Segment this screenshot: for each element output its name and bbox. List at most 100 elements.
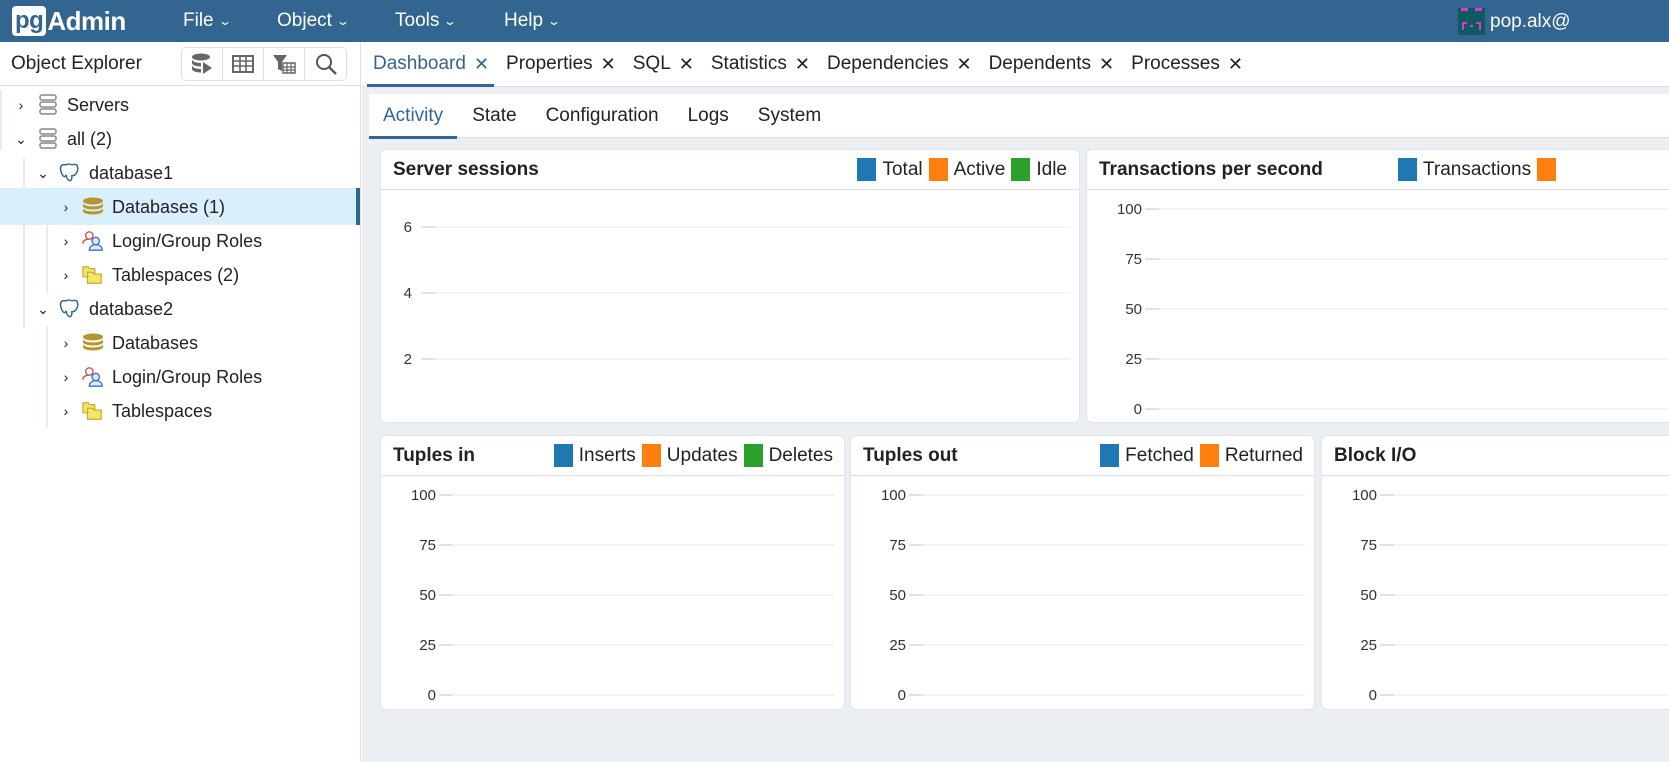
subtab-state[interactable]: State xyxy=(472,94,516,138)
chevron-right-icon[interactable]: › xyxy=(58,403,74,419)
databases-icon xyxy=(82,332,104,354)
y-tick-label: 50 xyxy=(419,587,436,604)
tree-node-tablespaces-1[interactable]: › Tablespaces (2) xyxy=(58,258,239,292)
roles-icon xyxy=(82,366,104,388)
chevron-down-icon[interactable]: ⌄ xyxy=(35,301,51,318)
legend-swatch-updates xyxy=(641,444,661,467)
close-icon[interactable]: ✕ xyxy=(601,54,616,75)
legend-swatch-orange xyxy=(1537,158,1557,181)
menu-file[interactable]: File ⌄ xyxy=(183,0,232,42)
y-tick-label: 0 xyxy=(1134,401,1142,418)
avatar xyxy=(1458,8,1485,35)
close-icon[interactable]: ✕ xyxy=(795,54,810,75)
subtab-logs[interactable]: Logs xyxy=(688,94,729,138)
tree-node-databases-1[interactable]: › Databases (1) xyxy=(58,190,225,224)
roles-icon xyxy=(82,230,104,252)
view-data-button[interactable] xyxy=(223,48,264,80)
main-panel: Dashboard ✕ Properties ✕ SQL ✕ Statistics ✕ … xyxy=(362,42,1669,762)
chevron-down-icon: ⌄ xyxy=(335,14,350,28)
y-tick-label: 100 xyxy=(1117,201,1142,218)
chart-plot: 100 75 50 25 0 xyxy=(881,487,1305,704)
filtered-rows-button[interactable] xyxy=(264,48,305,80)
y-tick-label: 25 xyxy=(1360,637,1377,654)
y-tick-label: 0 xyxy=(428,687,436,704)
tree-node-login-roles-2[interactable]: › Login/Group Roles xyxy=(58,360,262,394)
object-explorer-title: Object Explorer xyxy=(11,52,142,74)
subtab-system[interactable]: System xyxy=(758,94,821,138)
search-button[interactable] xyxy=(305,48,346,80)
legend-swatch-deletes xyxy=(743,444,763,467)
chevron-right-icon[interactable]: › xyxy=(58,199,74,215)
legend-swatch-idle xyxy=(1011,158,1031,181)
user-menu[interactable]: pop.alx@ xyxy=(1458,8,1571,35)
chart-plot: 100 75 50 25 0 xyxy=(1117,201,1669,418)
chart-title: Server sessions xyxy=(393,158,539,180)
top-bar: pg Admin File ⌄ Object ⌄ Tools ⌄ Help ⌄ pop.a… xyxy=(0,0,1669,42)
y-tick-label: 100 xyxy=(881,487,906,504)
tree-node-tablespaces-2[interactable]: › Tablespaces xyxy=(58,394,212,428)
y-tick-label: 75 xyxy=(1125,251,1142,268)
tab-dashboard[interactable]: Dashboard ✕ xyxy=(366,42,495,87)
pgadmin-logo: pg Admin xyxy=(12,5,126,37)
close-icon[interactable]: ✕ xyxy=(1228,54,1243,75)
chart-plot: 100 75 50 25 0 xyxy=(1352,487,1669,704)
menu-help[interactable]: Help ⌄ xyxy=(504,0,561,42)
chart-tuples-in: Tuples in Inserts Updates Deletes 100 75 5… xyxy=(380,435,845,710)
object-explorer: Object Explorer › Servers ⌄ all (2) ⌄ da… xyxy=(0,42,361,762)
y-tick-label: 4 xyxy=(404,285,412,302)
close-icon[interactable]: ✕ xyxy=(956,54,971,75)
y-tick-label: 100 xyxy=(1352,487,1377,504)
query-tool-button[interactable] xyxy=(182,48,223,80)
y-tick-label: 25 xyxy=(419,637,436,654)
tab-sql[interactable]: SQL ✕ xyxy=(633,42,694,87)
chart-title: Tuples out xyxy=(863,444,958,466)
tree-node-database2[interactable]: ⌄ database2 xyxy=(35,292,173,326)
y-tick-label: 25 xyxy=(889,637,906,654)
subtab-activity[interactable]: Activity xyxy=(368,94,458,139)
menu-tools[interactable]: Tools ⌄ xyxy=(395,0,457,42)
y-tick-label: 25 xyxy=(1125,351,1142,368)
tab-dependencies[interactable]: Dependencies ✕ xyxy=(827,42,972,87)
subtab-configuration[interactable]: Configuration xyxy=(546,94,659,138)
chart-server-sessions: Server sessions Total Active Idle 6 4 2 xyxy=(380,149,1080,423)
close-icon[interactable]: ✕ xyxy=(1099,54,1114,75)
tablespaces-icon xyxy=(82,264,104,286)
tab-statistics[interactable]: Statistics ✕ xyxy=(711,42,810,87)
legend-swatch-returned xyxy=(1199,444,1219,467)
chart-legend: Total Active Idle xyxy=(857,158,1067,181)
menu-object[interactable]: Object ⌄ xyxy=(277,0,350,42)
chevron-right-icon[interactable]: › xyxy=(58,335,74,351)
y-tick-label: 50 xyxy=(889,587,906,604)
chevron-down-icon[interactable]: ⌄ xyxy=(35,165,51,182)
y-tick-label: 50 xyxy=(1360,587,1377,604)
tab-dependents[interactable]: Dependents ✕ xyxy=(989,42,1115,87)
chevron-right-icon[interactable]: › xyxy=(58,369,74,385)
legend-swatch-fetched xyxy=(1100,444,1120,467)
panel-tabs: Dashboard ✕ Properties ✕ SQL ✕ Statistics ✕ … xyxy=(362,42,1669,87)
chevron-right-icon[interactable]: › xyxy=(13,97,29,113)
chart-title: Tuples in xyxy=(393,444,475,466)
y-tick-label: 6 xyxy=(404,219,412,236)
chart-tuples-out: Tuples out Fetched Returned 100 75 50 25 0 xyxy=(850,435,1315,710)
explorer-toolbar xyxy=(181,47,347,81)
chart-legend: Transactions xyxy=(1398,158,1562,181)
chart-title: Block I/O xyxy=(1334,444,1417,466)
tablespaces-icon xyxy=(82,400,104,422)
close-icon[interactable]: ✕ xyxy=(679,54,694,75)
dashboard-subtabs: Activity State Configuration Logs System xyxy=(368,94,1669,139)
databases-icon xyxy=(82,196,104,218)
y-tick-label: 0 xyxy=(898,687,906,704)
chevron-down-icon[interactable]: ⌄ xyxy=(13,131,29,148)
tab-processes[interactable]: Processes ✕ xyxy=(1131,42,1243,87)
tree-node-login-roles-1[interactable]: › Login/Group Roles xyxy=(58,224,262,258)
close-icon[interactable]: ✕ xyxy=(474,54,489,75)
tree-node-database1[interactable]: ⌄ database1 xyxy=(35,156,173,190)
chevron-right-icon[interactable]: › xyxy=(58,233,74,249)
y-tick-label: 75 xyxy=(1360,537,1377,554)
object-explorer-header: Object Explorer xyxy=(0,42,360,86)
tree-node-databases-2[interactable]: › Databases xyxy=(58,326,198,360)
tab-properties[interactable]: Properties ✕ xyxy=(506,42,616,87)
tree-node-servers[interactable]: › Servers xyxy=(13,88,129,122)
tree-node-all[interactable]: ⌄ all (2) xyxy=(13,122,112,156)
chevron-right-icon[interactable]: › xyxy=(58,267,74,283)
